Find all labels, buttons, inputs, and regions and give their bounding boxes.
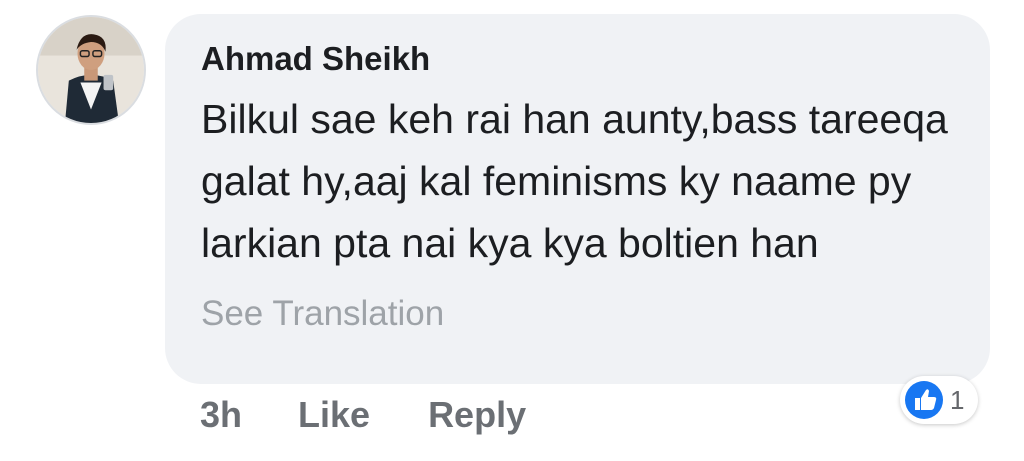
comment-text: Bilkul sae keh rai han aunty,bass tareeq… — [201, 96, 948, 266]
comment-bubble: Ahmad Sheikh Bilkul sae keh rai han aunt… — [165, 14, 990, 384]
avatar[interactable] — [36, 15, 146, 125]
see-translation-link[interactable]: See Translation — [201, 292, 954, 336]
comment-actions: 3h Like Reply — [200, 392, 526, 438]
reaction-count: 1 — [950, 384, 965, 415]
thumbs-up-icon — [905, 381, 943, 419]
reaction-summary[interactable]: 1 — [900, 376, 979, 424]
user-photo-icon — [38, 17, 144, 123]
comment-author[interactable]: Ahmad Sheikh — [201, 38, 954, 80]
like-button[interactable]: Like — [298, 392, 370, 438]
reply-button[interactable]: Reply — [428, 392, 526, 438]
comment-timestamp[interactable]: 3h — [200, 392, 242, 438]
